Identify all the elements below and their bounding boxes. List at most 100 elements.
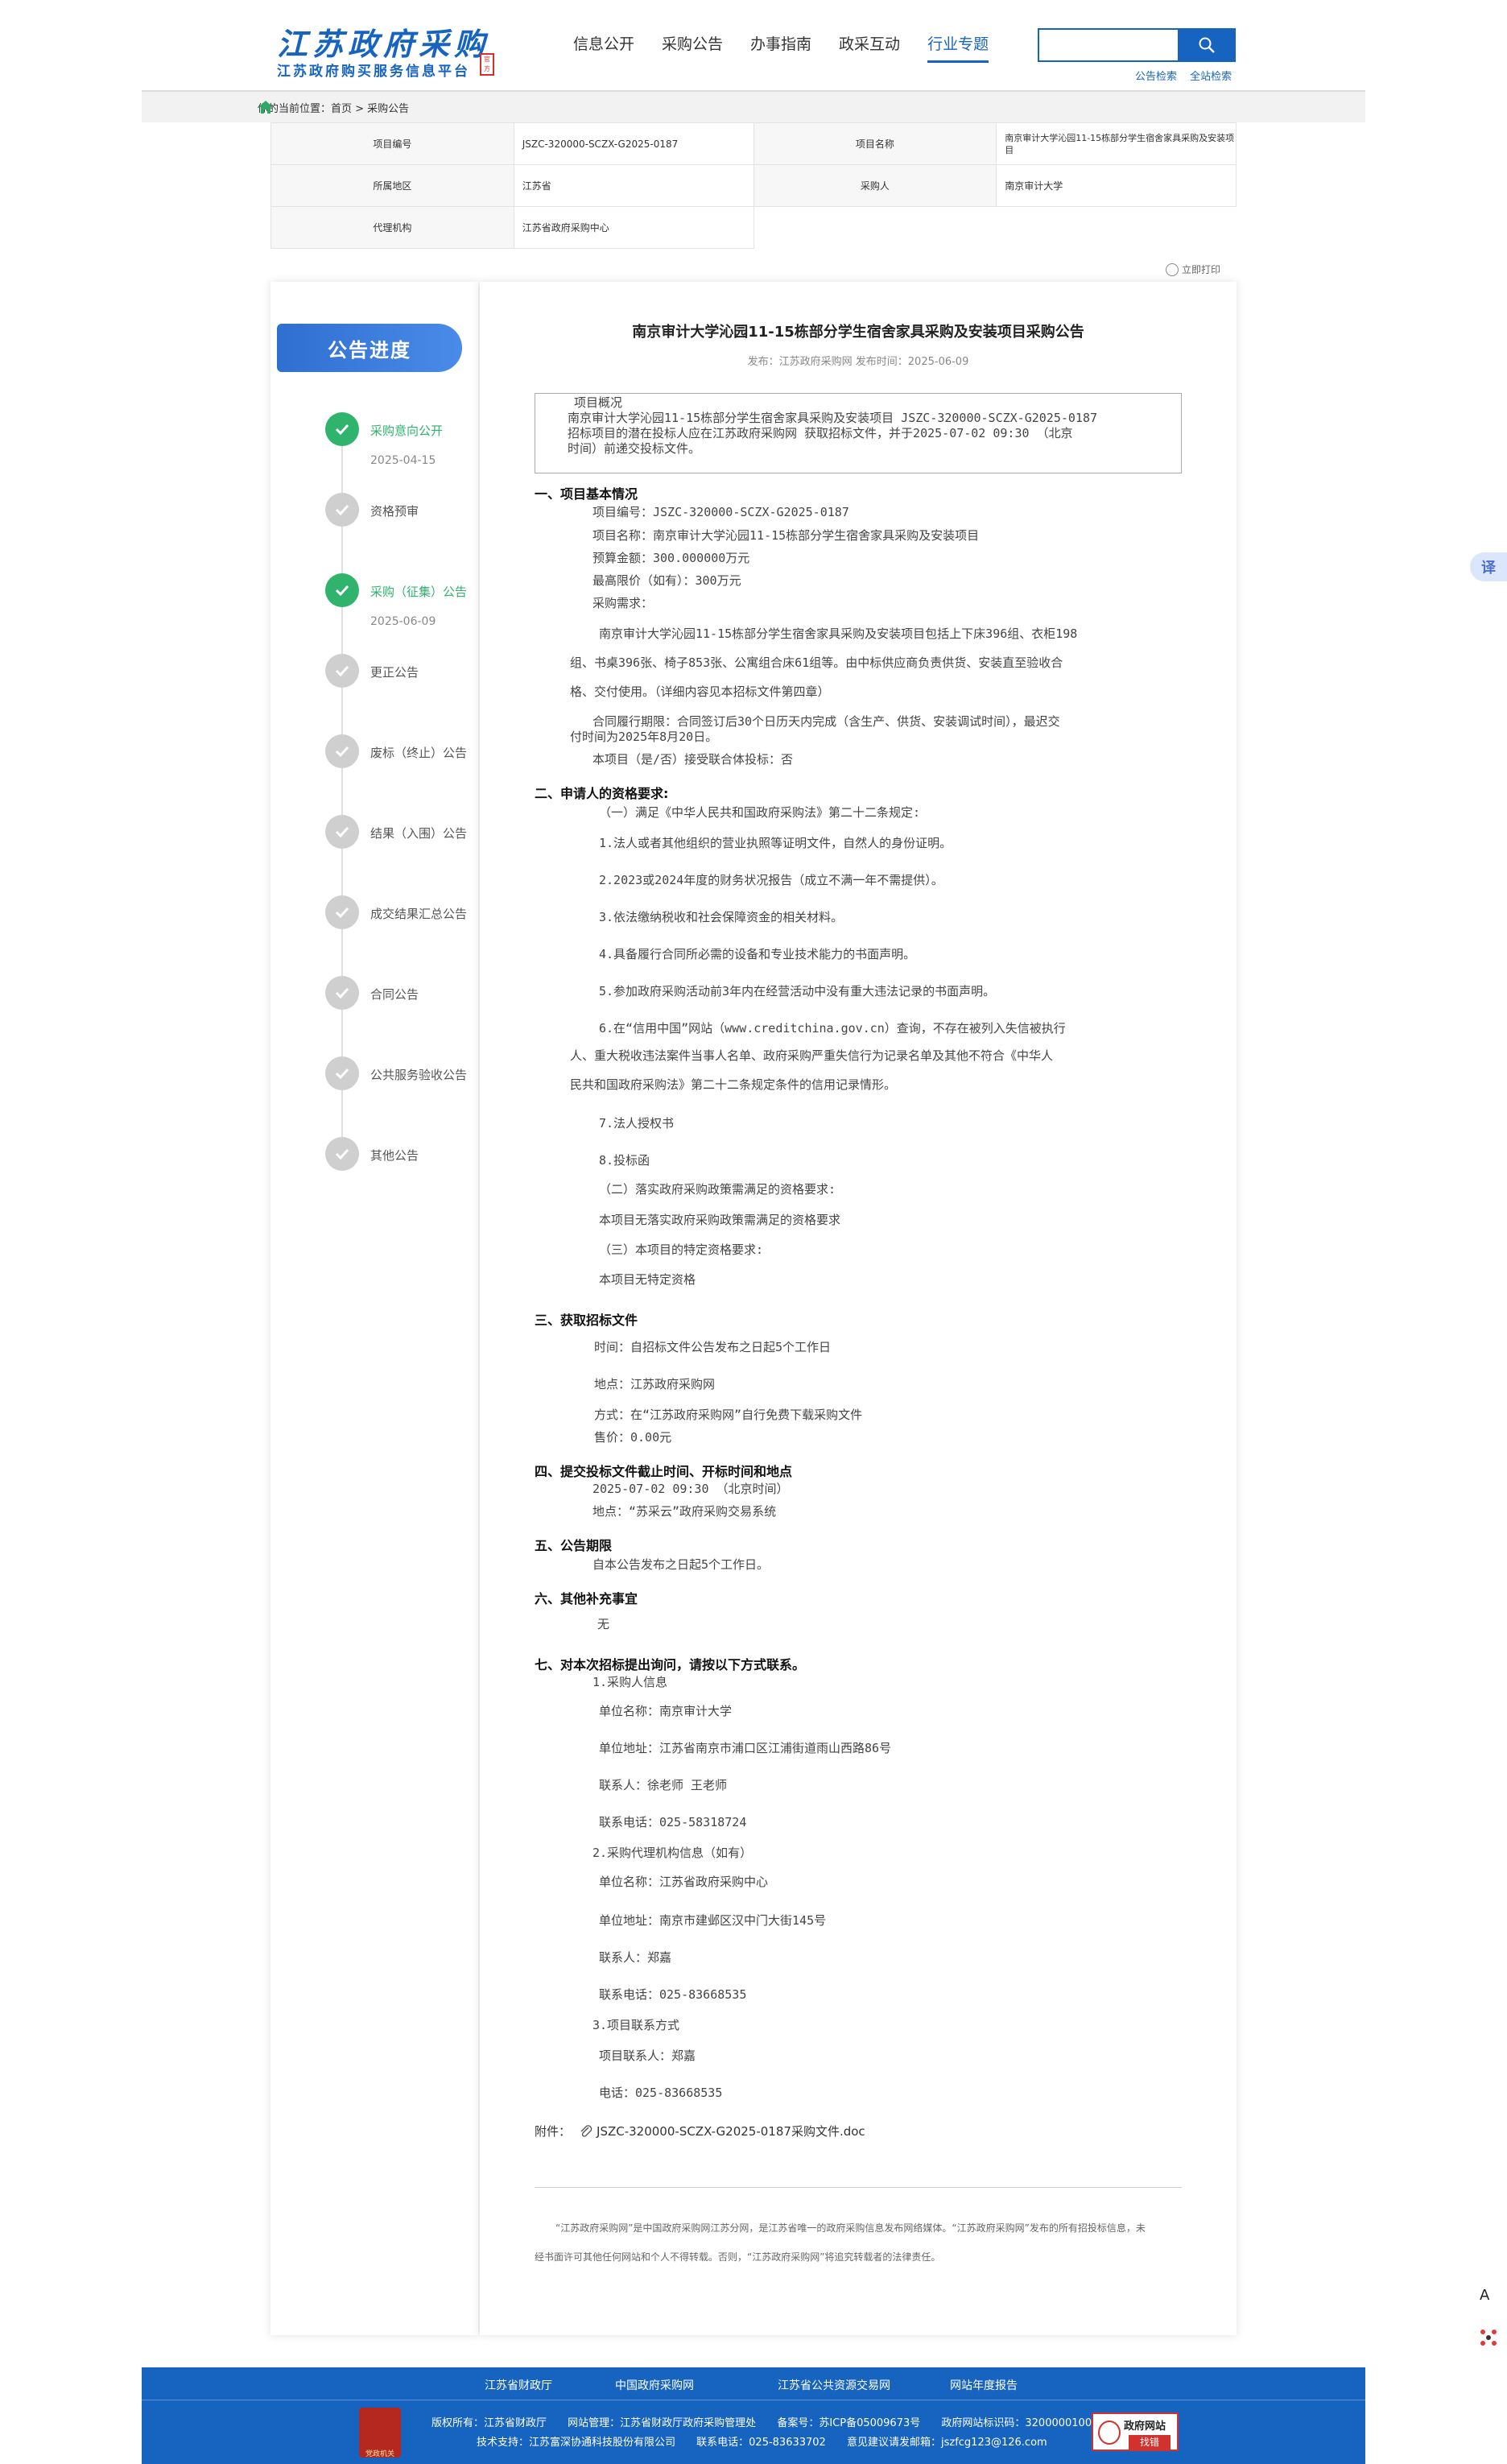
text-line: 组、书桌396张、椅子853张、公寓组合床61组等。由中标供应商负责供货、安装直… — [570, 655, 1063, 670]
nav-guide[interactable]: 办事指南 — [750, 32, 811, 63]
text-line: 3.项目联系方式 — [592, 2018, 680, 2032]
text-line: 8.投标函 — [599, 1153, 650, 1168]
step-label: 更正公告 — [370, 665, 419, 680]
text-line: 预算金额：300.000000万元 — [592, 551, 750, 565]
text-line: 地点：江苏政府采购网 — [594, 1377, 716, 1391]
notice-search-link[interactable]: 公告检索 — [1135, 71, 1177, 83]
table-row: 所属地区 江苏省 采购人 南京审计大学 — [270, 164, 1237, 207]
share-icon[interactable] — [1478, 2327, 1499, 2348]
text-line: 无 — [597, 1617, 610, 1631]
text-line: 单位名称：南京审计大学 — [599, 1704, 733, 1718]
nav-interaction[interactable]: 政采互动 — [839, 32, 900, 63]
nav-industry-topic[interactable]: 行业专题 — [927, 32, 989, 63]
copyright: 版权所有：江苏省财政厅 — [431, 2417, 547, 2429]
project-code-value: JSZC-320000-SCZX-G2025-0187 — [513, 122, 754, 165]
text-line: 售价：0.00元 — [594, 1430, 672, 1445]
logo-seal: 官方 — [480, 53, 494, 76]
step-result[interactable]: 结果（入围）公告 — [325, 815, 486, 855]
step-prequalification[interactable]: 资格预审 — [325, 493, 486, 533]
text-line: 自本公告发布之日起5个工作日。 — [592, 1557, 770, 1572]
badge-top-text: 政府网站 — [1124, 2421, 1166, 2433]
search-input[interactable] — [1038, 28, 1178, 62]
section-heading: 一、项目基本情况 — [535, 486, 638, 502]
icp-record[interactable]: 备案号：苏ICP备05009673号 — [777, 2417, 920, 2429]
text-line: 方式：在“江苏政府采购网”自行免费下载采购文件 — [594, 1408, 863, 1422]
text-line: （一）满足《中华人民共和国政府采购法》第二十二条规定: — [599, 805, 921, 820]
text-line: 5.参加政府采购活动前3年内在经营活动中没有重大违法记录的书面声明。 — [599, 984, 996, 998]
step-label: 废标（终止）公告 — [370, 746, 468, 760]
translate-button[interactable]: 译 — [1470, 552, 1507, 581]
print-button[interactable]: 立即打印 — [1166, 263, 1220, 276]
text-line: 本项目无特定资格 — [599, 1272, 696, 1287]
step-intent-public[interactable]: 采购意向公开 2025-04-15 — [325, 412, 486, 467]
search-button[interactable] — [1178, 28, 1236, 62]
footer-link-ccgp[interactable]: 中国政府采购网 — [615, 2377, 694, 2393]
text-line: 本项目（是/否）接受联合体投标：否 — [592, 752, 794, 767]
check-icon — [325, 493, 359, 527]
text-line: 2.2023或2024年度的财务状况报告（成立不满一年不需提供）。 — [599, 873, 943, 887]
text-line: 地点：“苏采云”政府采购交易系统 — [592, 1504, 777, 1519]
section-heading: 二、申请人的资格要求: — [535, 786, 669, 801]
text-line: 6.在“信用中国”网站（www.creditchina.gov.cn）查询，不存… — [599, 1021, 1066, 1036]
text-line: 格、交付使用。（详细内容见本招标文件第四章） — [570, 684, 830, 699]
summary-line: 招标项目的潜在投标人应在江苏政府采购网 获取招标文件，并于2025-07-02 … — [568, 426, 1073, 440]
text-line: 民共和国政府采购法》第二十二条规定条件的信用记录情形。 — [570, 1077, 897, 1092]
project-code-label: 项目编号 — [270, 122, 514, 165]
text-line: 联系人：徐老师 王老师 — [599, 1778, 728, 1792]
footer-support-line: 技术支持：江苏富深协通科技股份有限公司 联系电话：025-83633702 意见… — [477, 2433, 1065, 2449]
text-line: （二）落实政府采购政策需满足的资格要求: — [599, 1182, 836, 1197]
text-line: 南京审计大学沁园11-15栋部分学生宿舍家具采购及安装项目包括上下床396组、衣… — [599, 626, 1078, 641]
step-contract[interactable]: 合同公告 — [325, 976, 486, 1016]
text-line: 单位地址：江苏省南京市浦口区江浦街道雨山西路86号 — [599, 1741, 892, 1755]
progress-title: 公告进度 — [277, 324, 462, 372]
footer-link-trade[interactable]: 江苏省公共资源交易网 — [778, 2377, 890, 2393]
home-icon[interactable] — [258, 100, 274, 114]
step-date: 2025-06-09 — [370, 615, 436, 628]
site-search-link[interactable]: 全站检索 — [1190, 71, 1232, 83]
attachment-file-link[interactable]: JSZC-320000-SCZX-G2025-0187采购文件.doc — [597, 2123, 865, 2139]
step-label: 成交结果汇总公告 — [370, 907, 468, 921]
step-label: 资格预审 — [370, 504, 419, 519]
text-line: 3.依法缴纳税收和社会保障资金的相关材料。 — [599, 910, 844, 924]
step-acceptance[interactable]: 公共服务验收公告 — [325, 1056, 486, 1097]
empty-cell — [997, 207, 1237, 249]
text-line: 项目联系人：郑嘉 — [599, 2049, 696, 2063]
check-icon — [325, 734, 359, 768]
feedback-email[interactable]: 意见建议请发邮箱：jszfcg123@126.com — [847, 2437, 1047, 2449]
nav-procurement-notice[interactable]: 采购公告 — [662, 32, 723, 63]
text-line: （三）本项目的特定资格要求: — [599, 1242, 764, 1257]
check-icon — [325, 1137, 359, 1171]
step-label: 其他公告 — [370, 1148, 419, 1163]
search-icon — [1199, 37, 1215, 53]
step-label: 结果（入围）公告 — [370, 826, 468, 841]
step-other[interactable]: 其他公告 — [325, 1137, 486, 1177]
step-correction[interactable]: 更正公告 — [325, 654, 486, 694]
nav-info-public[interactable]: 信息公开 — [573, 32, 634, 63]
footer-link-finance[interactable]: 江苏省财政厅 — [485, 2377, 552, 2393]
badge-bottom-text: 找错 — [1129, 2435, 1171, 2450]
text-line: 付时间为2025年8月20日。 — [570, 730, 718, 744]
site-management: 网站管理：江苏省财政厅政府采购管理处 — [568, 2417, 757, 2429]
site-logo[interactable]: 江苏政府采购 江苏政府购买服务信息平台 官方 — [277, 19, 494, 80]
step-termination[interactable]: 废标（终止）公告 — [325, 734, 486, 775]
footer-link-annual-report[interactable]: 网站年度报告 — [950, 2377, 1018, 2393]
section-heading: 四、提交投标文件截止时间、开标时间和地点 — [535, 1464, 793, 1479]
text-line: 最高限价（如有）：300万元 — [592, 573, 741, 588]
content-divider — [535, 2187, 1182, 2188]
step-result-summary[interactable]: 成交结果汇总公告 — [325, 895, 486, 936]
text-line: 合同履行期限：合同签订后30个日历天内完成（含生产、供货、安装调试时间），最迟交 — [592, 714, 1060, 729]
check-icon — [325, 895, 359, 929]
text-line: 采购需求： — [592, 596, 654, 610]
section-heading: 七、对本次招标提出询问，请按以下方式联系。 — [535, 1657, 806, 1672]
check-icon — [325, 654, 359, 688]
attachment-row: 附件： JSZC-320000-SCZX-G2025-0187采购文件.doc — [535, 2123, 865, 2139]
project-summary-box: 项目概况 南京审计大学沁园11-15栋部分学生宿舍家具采购及安装项目 JSZC-… — [535, 393, 1182, 473]
text-line: 人、重大税收违法案件当事人名单、政府采购严重失信行为记录名单及其他不符合《中华人 — [570, 1048, 1054, 1063]
empty-cell — [754, 207, 997, 249]
report-error-badge[interactable]: 政府网站 找错 — [1092, 2412, 1179, 2451]
text-line: 2.采购代理机构信息（如有） — [592, 1846, 753, 1860]
buyer-label: 采购人 — [753, 164, 997, 207]
step-procurement-notice[interactable]: 采购（征集）公告 2025-06-09 — [325, 573, 486, 628]
project-name-value: 南京审计大学沁园11-15栋部分学生宿舍家具采购及安装项目 — [996, 122, 1237, 165]
accessibility-button[interactable]: A — [1480, 2287, 1489, 2304]
